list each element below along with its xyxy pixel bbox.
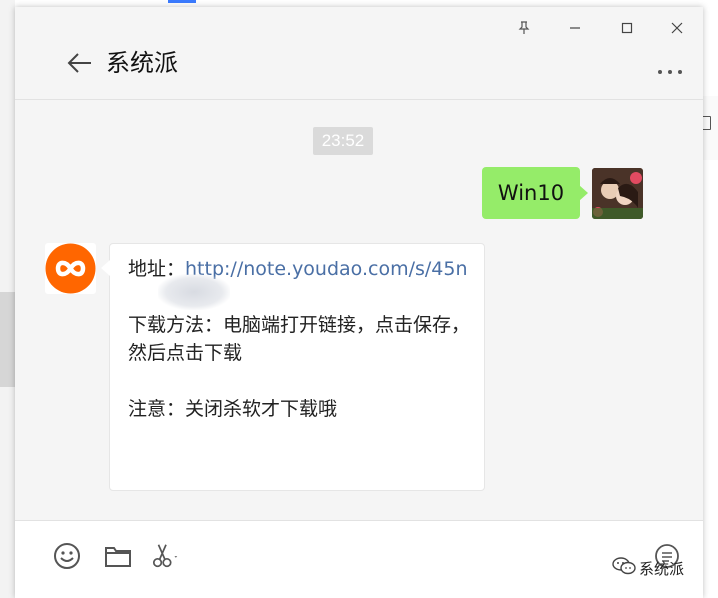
maximize-icon[interactable] bbox=[616, 17, 638, 39]
watermark: 系统派 bbox=[612, 557, 684, 579]
back-arrow-icon[interactable] bbox=[65, 48, 95, 78]
background-tab-indicator bbox=[168, 0, 196, 3]
note-text: 注意：关闭杀软才下载哦 bbox=[128, 398, 338, 420]
sent-message-bubble[interactable]: Win10 bbox=[482, 167, 588, 219]
chat-title: 系统派 bbox=[106, 49, 178, 77]
blurred-text bbox=[158, 274, 230, 310]
message-timestamp: 23:52 bbox=[313, 127, 373, 155]
wechat-icon bbox=[612, 557, 636, 579]
background-scrollbar bbox=[0, 292, 15, 387]
emoji-icon[interactable] bbox=[52, 541, 82, 571]
watermark-text: 系统派 bbox=[639, 559, 685, 578]
user-avatar[interactable] bbox=[592, 168, 643, 219]
folder-icon[interactable] bbox=[103, 541, 133, 571]
scissors-icon[interactable] bbox=[151, 541, 181, 571]
pin-icon[interactable] bbox=[513, 17, 535, 39]
more-icon[interactable] bbox=[655, 65, 685, 79]
title-bar: 系统派 bbox=[15, 7, 703, 100]
minimize-icon[interactable] bbox=[564, 17, 586, 39]
download-method-text: 下载方法：电脑端打开链接，点击保存，然后点击下载 bbox=[128, 314, 471, 364]
input-area[interactable] bbox=[15, 520, 703, 598]
sent-message-text: Win10 bbox=[497, 181, 565, 205]
close-icon[interactable] bbox=[666, 17, 688, 39]
bot-avatar[interactable] bbox=[45, 243, 96, 294]
received-message-bubble[interactable]: 地址：http://note.youdao.com/s/45n 下载方法：电脑端… bbox=[101, 243, 485, 491]
